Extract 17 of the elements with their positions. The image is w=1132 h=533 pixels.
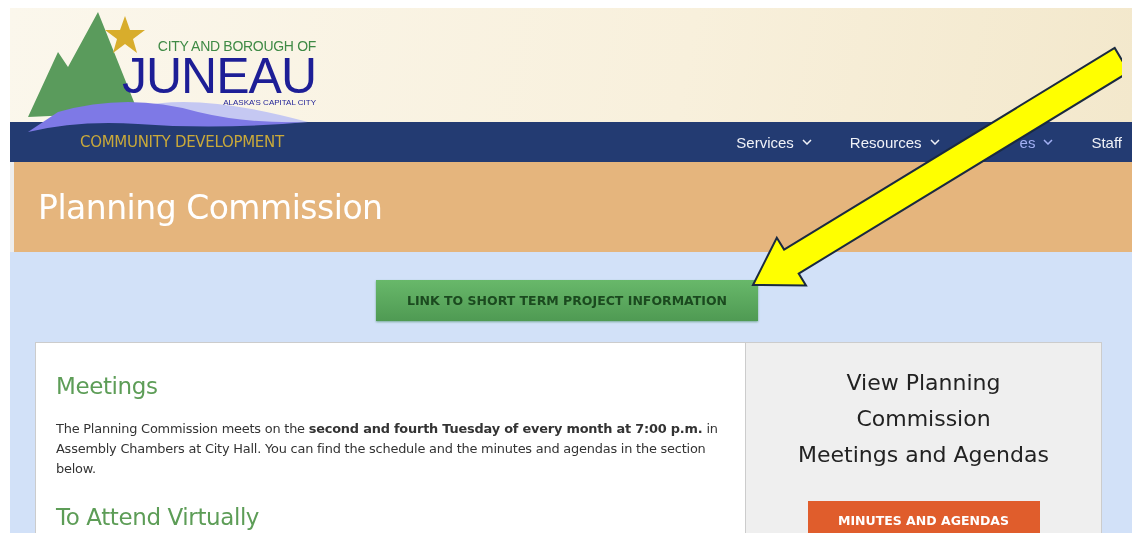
department-name: COMMUNITY DEVELOPMENT xyxy=(80,133,286,151)
logo-tagline: ALASKA’S CAPITAL CITY xyxy=(223,98,317,108)
section-heading: Meetings xyxy=(56,373,159,399)
nav-link[interactable]: es xyxy=(1019,133,1054,151)
nav-link[interactable]: Services xyxy=(736,133,812,151)
logo-text: CITY AND BOROUGH OF xyxy=(157,38,317,54)
page-title: Planning Commission xyxy=(38,187,383,227)
project-info-button[interactable]: LINK TO SHORT TERM PROJECT INFORMATION xyxy=(376,280,758,321)
paragraph: The Planning Commission meets on the second and fourth Tuesday of every month at 7:00 p.m. in Assembly Chambers at City Hall. You can find the schedule and the minutes and agendas in the section below. xyxy=(56,420,719,478)
nav-link[interactable]: Staff xyxy=(1091,133,1122,151)
section-heading: To Attend Virtually xyxy=(56,504,261,530)
sidebar-heading: View Planning xyxy=(846,369,1001,397)
logo-name: JUNEAU xyxy=(122,54,317,98)
sidebar-heading: Commission xyxy=(856,405,991,433)
nav-link[interactable]: Resources xyxy=(849,133,940,151)
minutes-agendas-button[interactable]: MINUTES AND AGENDAS xyxy=(807,501,1040,533)
sidebar-heading: Meetings and Agendas xyxy=(798,441,1049,469)
